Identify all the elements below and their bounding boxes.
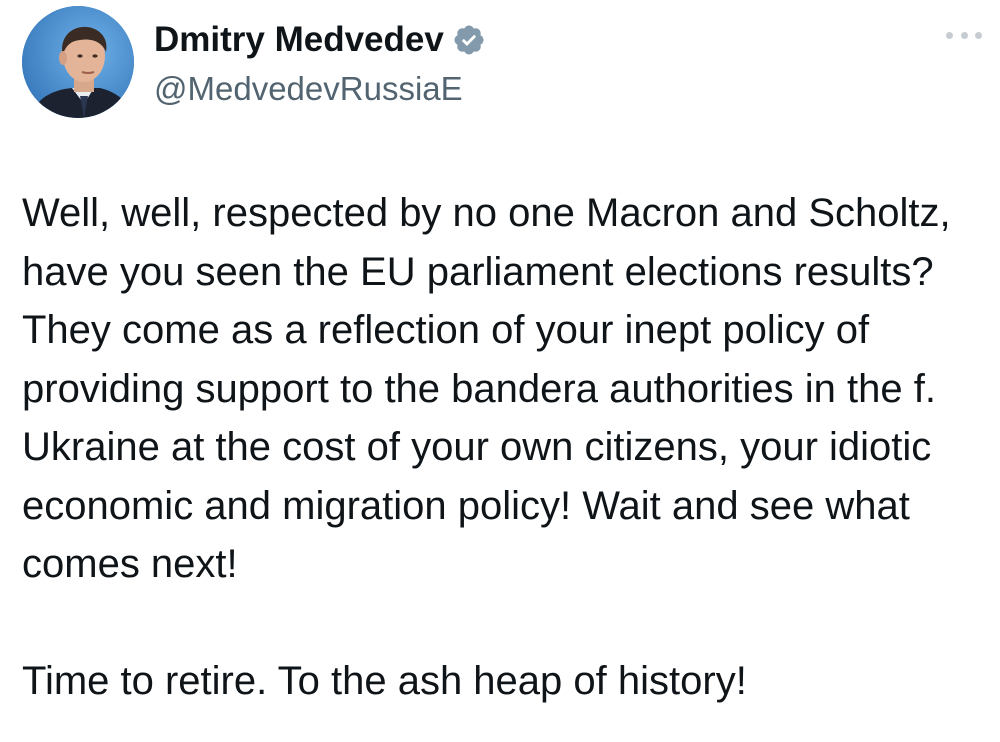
tweet-header: Dmitry Medvedev @MedvedevRussiaE [22, 6, 982, 122]
tweet-paragraph: Well, well, respected by no one Macron a… [22, 191, 951, 586]
tweet-text: Well, well, respected by no one Macron a… [22, 184, 997, 710]
author-handle[interactable]: @MedvedevRussiaE [154, 70, 486, 108]
tweet-card: Dmitry Medvedev @MedvedevRussiaE Well, w… [0, 0, 1000, 742]
display-name-row: Dmitry Medvedev [154, 20, 486, 60]
dot [946, 31, 953, 39]
avatar[interactable] [22, 6, 134, 118]
dot [960, 31, 968, 39]
verified-badge-icon [452, 23, 486, 57]
author-names: Dmitry Medvedev @MedvedevRussiaE [154, 20, 486, 108]
tweet-paragraph: Time to retire. To the ash heap of histo… [22, 658, 747, 703]
dot [975, 31, 982, 39]
avatar-photo [22, 6, 134, 118]
more-dots-icon[interactable] [946, 28, 982, 42]
display-name[interactable]: Dmitry Medvedev [154, 20, 444, 60]
